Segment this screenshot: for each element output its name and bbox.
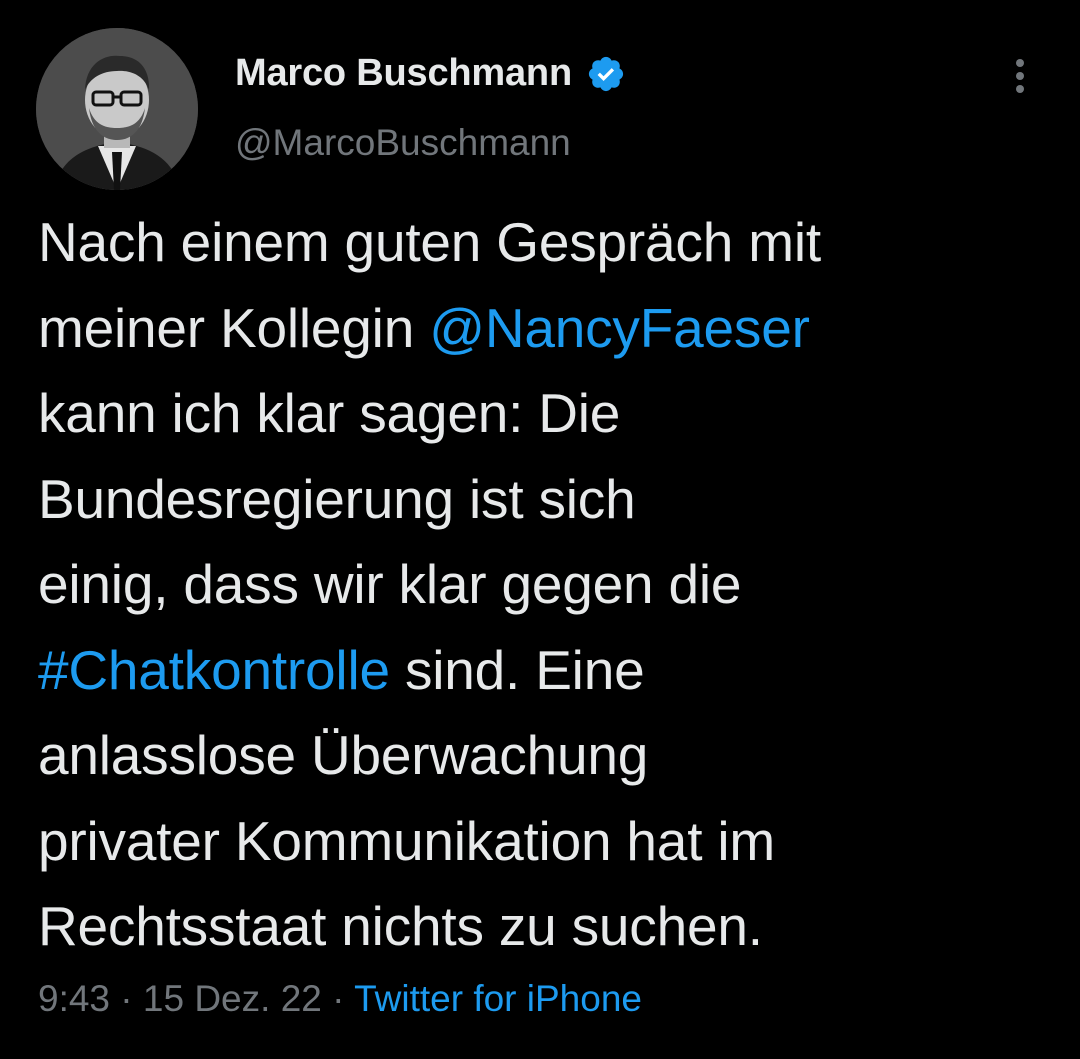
tweet-line: Nach einem guten Gespräch mit: [38, 200, 1048, 286]
tweet-line-text: meiner Kollegin: [38, 296, 430, 359]
meta-separator: ·: [110, 978, 143, 1019]
avatar[interactable]: [36, 28, 198, 190]
verified-badge-icon: [586, 54, 626, 94]
tweet-time[interactable]: 9:43: [38, 978, 110, 1019]
author-handle[interactable]: @MarcoBuschmann: [235, 122, 571, 164]
author-display-name[interactable]: Marco Buschmann: [235, 52, 572, 95]
more-vertical-icon[interactable]: [1000, 56, 1040, 96]
tweet-line-text: anlasslose Überwachung: [38, 724, 649, 786]
tweet-line-text: Bundesregierung ist sich: [38, 467, 636, 530]
tweet-line: meiner Kollegin @NancyFaeser: [38, 286, 1048, 372]
tweet-line-text: sind. Eine: [389, 638, 645, 701]
tweet-line: privater Kommunikation hat im: [38, 799, 1048, 885]
author-display-name-row[interactable]: Marco Buschmann: [235, 52, 626, 95]
tweet-line-text: Rechtsstaat nichts zu suchen.: [38, 895, 763, 957]
tweet-text: Nach einem guten Gespräch mit meiner Kol…: [38, 200, 1048, 970]
profile-photo: [36, 28, 198, 190]
hashtag-link[interactable]: #Chatkontrolle: [38, 639, 390, 701]
meta-separator: ·: [321, 978, 355, 1019]
tweet-source-link[interactable]: Twitter for iPhone: [354, 978, 642, 1019]
tweet-line: #Chatkontrolle sind. Eine: [38, 628, 1048, 714]
tweet-line: Bundesregierung ist sich: [38, 457, 1048, 543]
tweet-line: Rechtsstaat nichts zu suchen.: [38, 884, 1048, 970]
tweet-line-text: Nach einem guten Gespräch mit: [38, 211, 821, 273]
tweet-line: anlasslose Überwachung: [38, 713, 1048, 799]
tweet-line-text: kann ich klar sagen: Die: [38, 382, 621, 444]
tweet-date[interactable]: 15 Dez. 22: [143, 978, 322, 1019]
tweet-line-text: privater Kommunikation hat im: [38, 809, 775, 872]
tweet-line-text: einig, dass wir klar gegen die: [38, 553, 742, 615]
tweet-meta: 9:43 · 15 Dez. 22 · Twitter for iPhone: [38, 978, 642, 1020]
tweet-line: kann ich klar sagen: Die: [38, 371, 1048, 457]
tweet-line: einig, dass wir klar gegen die: [38, 542, 1048, 628]
mention-link[interactable]: @NancyFaeser: [429, 297, 810, 359]
